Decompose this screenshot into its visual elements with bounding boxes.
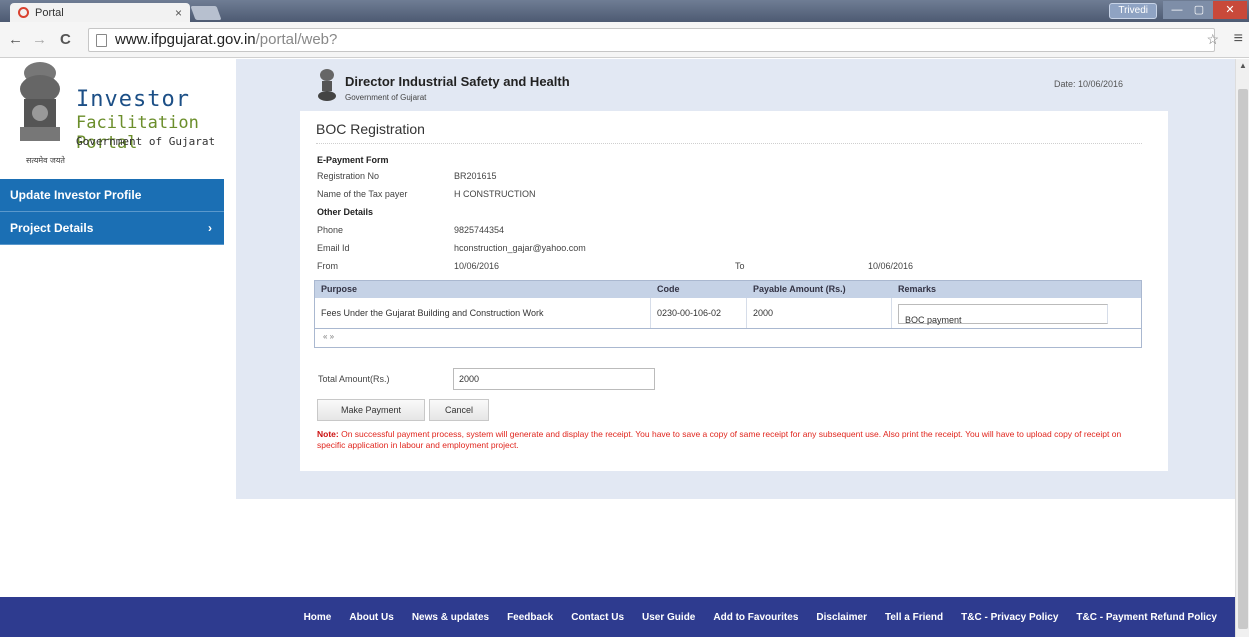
column-header-code[interactable]: Code — [651, 281, 747, 298]
browser-menu-icon[interactable]: ≡ — [1234, 30, 1243, 48]
column-header-purpose[interactable]: Purpose — [315, 281, 651, 298]
registration-label: Registration No — [317, 171, 380, 181]
portal-logo[interactable]: Investor Facilitation Portal Government … — [14, 59, 224, 177]
amount-cell: 2000 — [747, 298, 892, 328]
total-amount-input[interactable]: 2000 — [453, 368, 655, 390]
footer-link-privacy-policy[interactable]: T&C - Privacy Policy — [961, 612, 1058, 623]
to-date: 10/06/2016 — [868, 261, 914, 271]
national-emblem-icon — [20, 62, 60, 141]
footer-link-tell-friend[interactable]: Tell a Friend — [885, 612, 943, 623]
registration-value: BR201615 — [454, 171, 497, 181]
table-row: Fees Under the Gujarat Building and Cons… — [315, 298, 1141, 329]
page-viewport: Investor Facilitation Portal Government … — [0, 59, 1235, 637]
new-tab-button[interactable] — [190, 6, 222, 20]
taxpayer-value: H CONSTRUCTION — [454, 189, 536, 199]
sidebar-item-label: Update Investor Profile — [10, 188, 142, 202]
logo-motto: सत्यमेव जयते — [26, 156, 65, 165]
footer-link-refund-policy[interactable]: T&C - Payment Refund Policy — [1076, 612, 1217, 623]
forward-arrow-icon[interactable]: → — [32, 31, 47, 48]
epayment-heading: E-Payment Form — [317, 155, 389, 165]
url-input[interactable]: www.ifpgujarat.gov.in/portal/web? — [88, 28, 1215, 52]
browser-titlebar: Portal × Trivedi — ▢ ✕ — [0, 0, 1249, 22]
bookmark-star-icon[interactable]: ☆ — [1206, 31, 1219, 48]
side-menu: Update Investor Profile Project Details … — [0, 179, 224, 245]
footer-link-news[interactable]: News & updates — [412, 612, 489, 623]
grid-header: Purpose Code Payable Amount (Rs.) Remark… — [315, 281, 1141, 298]
make-payment-button[interactable]: Make Payment — [317, 399, 425, 421]
total-amount-label: Total Amount(Rs.) — [318, 374, 390, 384]
sidebar: Investor Facilitation Portal Government … — [0, 59, 230, 599]
url-path: /portal/web? — [255, 31, 338, 48]
browser-tab[interactable]: Portal × — [10, 3, 190, 22]
footer-link-user-guide[interactable]: User Guide — [642, 612, 695, 623]
from-date: 10/06/2016 — [454, 261, 500, 271]
footer-link-home[interactable]: Home — [304, 612, 332, 623]
maximize-button[interactable]: ▢ — [1185, 1, 1213, 19]
note-text: On successful payment process, system wi… — [317, 429, 1122, 450]
other-details-heading: Other Details — [317, 207, 374, 217]
email-value: hconstruction_gajar@yahoo.com — [454, 243, 586, 253]
scrollbar-thumb[interactable] — [1238, 89, 1248, 629]
code-cell: 0230-00-106-02 — [651, 298, 747, 328]
page-icon — [96, 34, 107, 47]
sidebar-item-update-investor-profile[interactable]: Update Investor Profile — [0, 179, 224, 212]
grid-pager[interactable]: « » — [315, 329, 1141, 345]
payment-note: Note: On successful payment process, sys… — [317, 429, 1145, 451]
email-label: Email Id — [317, 243, 350, 253]
back-arrow-icon[interactable]: ← — [8, 31, 23, 48]
footer-link-contact-us[interactable]: Contact Us — [571, 612, 624, 623]
column-header-remarks[interactable]: Remarks — [892, 281, 1141, 298]
footer-link-disclaimer[interactable]: Disclaimer — [816, 612, 867, 623]
url-host: www.ifpgujarat.gov.in — [115, 31, 256, 48]
taxpayer-label: Name of the Tax payer — [317, 189, 408, 199]
from-label: From — [317, 261, 338, 271]
cancel-button[interactable]: Cancel — [429, 399, 489, 421]
sidebar-item-label: Project Details — [10, 221, 94, 235]
page-title: BOC Registration — [316, 121, 425, 137]
footer-link-add-favourites[interactable]: Add to Favourites — [713, 612, 798, 623]
phone-value: 9825744354 — [454, 225, 505, 235]
phone-label: Phone — [317, 225, 344, 235]
portal-favicon-icon — [18, 7, 29, 18]
remarks-input[interactable]: BOC payment — [898, 304, 1108, 325]
date-label: Date: 10/06/2016 — [1054, 79, 1124, 89]
vertical-scrollbar[interactable]: ▲ — [1235, 59, 1249, 637]
user-badge[interactable]: Trivedi — [1109, 3, 1157, 19]
tab-title: Portal — [35, 6, 64, 19]
logo-government-text: Government of Gujarat — [76, 135, 216, 148]
footer: Home About Us News & updates Feedback Co… — [0, 597, 1235, 637]
department-title: Director Industrial Safety and Health — [345, 74, 570, 89]
divider — [316, 143, 1142, 144]
reload-icon[interactable]: C — [60, 31, 71, 48]
remarks-cell: BOC payment — [892, 298, 1141, 328]
footer-link-feedback[interactable]: Feedback — [507, 612, 553, 623]
payment-grid: Purpose Code Payable Amount (Rs.) Remark… — [314, 280, 1142, 348]
sidebar-item-project-details[interactable]: Project Details › — [0, 212, 224, 245]
scroll-up-arrow-icon[interactable]: ▲ — [1239, 61, 1247, 70]
close-window-button[interactable]: ✕ — [1213, 1, 1247, 19]
column-header-amount[interactable]: Payable Amount (Rs.) — [747, 281, 892, 298]
note-label: Note: — [317, 429, 339, 439]
footer-links: Home About Us News & updates Feedback Co… — [286, 597, 1217, 637]
department-subtitle: Government of Gujarat — [345, 93, 427, 102]
government-emblem-icon — [318, 69, 336, 101]
footer-link-about-us[interactable]: About Us — [349, 612, 393, 623]
chevron-right-icon: › — [208, 221, 212, 235]
logo-investor-text: Investor — [76, 87, 190, 112]
address-bar: ← → C www.ifpgujarat.gov.in/portal/web? … — [0, 22, 1249, 58]
purpose-cell: Fees Under the Gujarat Building and Cons… — [315, 298, 651, 328]
tab-close-icon[interactable]: × — [175, 6, 182, 20]
to-label: To — [735, 261, 745, 271]
